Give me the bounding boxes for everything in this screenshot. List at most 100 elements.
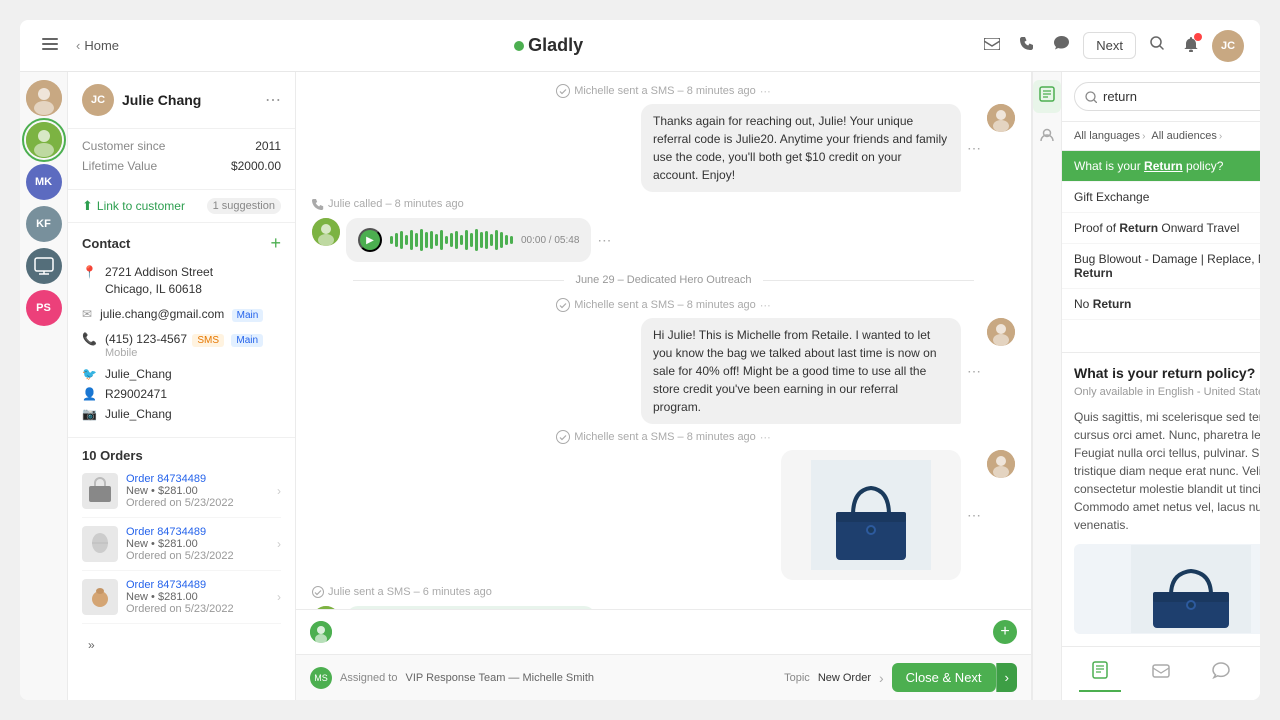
- order-thumb-2: [82, 526, 118, 562]
- chat-input-field[interactable]: [340, 625, 985, 640]
- side-action-bar: [1032, 72, 1061, 700]
- order-chevron-1: ›: [277, 484, 281, 498]
- location-icon: 📍: [82, 265, 97, 279]
- language-filter[interactable]: All languages ›: [1074, 128, 1145, 144]
- avatar-sidebar: MK KF PS: [20, 72, 68, 700]
- next-button[interactable]: Next: [1083, 32, 1136, 59]
- chat-panel: Michelle sent a SMS – 8 minutes ago ⋯ Th…: [296, 72, 1032, 700]
- order-item-3[interactable]: Order 84734489 New • $281.00 Ordered on …: [82, 579, 281, 624]
- add-contact-button[interactable]: +: [270, 233, 281, 254]
- language-chevron-icon: ›: [1142, 131, 1145, 142]
- message-meta-3: Michelle sent a SMS – 8 minutes ago ⋯: [312, 430, 1015, 444]
- filter-row: All languages › All audiences ›: [1062, 122, 1260, 151]
- notification-badge: [1194, 33, 1202, 41]
- kb-result-5[interactable]: No Return: [1062, 289, 1260, 320]
- close-next-dropdown[interactable]: ›: [996, 663, 1017, 692]
- assigned-name: VIP Response Team — Michelle Smith: [405, 672, 594, 684]
- order-thumb-1: [82, 473, 118, 509]
- facebook-icon: 👤: [82, 387, 97, 401]
- chat-add-button[interactable]: +: [993, 620, 1017, 644]
- logo-text: Gladly: [528, 35, 583, 56]
- suggestion-badge: 1 suggestion: [207, 198, 281, 214]
- kb-result-3[interactable]: Proof of Return Onward Travel: [1062, 213, 1260, 244]
- twitter-item[interactable]: 🐦 Julie_Chang: [82, 367, 281, 381]
- audio-bubble: ▶ 00:00 / 05:48: [346, 218, 591, 262]
- hamburger-menu-button[interactable]: [36, 31, 64, 61]
- order-info-1: Order 84734489 New • $281.00 Ordered on …: [126, 473, 269, 509]
- play-button[interactable]: ▶: [358, 228, 382, 252]
- chat-bottom-bar: MS Assigned to VIP Response Team — Miche…: [296, 654, 1031, 700]
- contact-section: Contact + 📍 2721 Addison StreetChicago, …: [68, 223, 295, 438]
- instagram-handle: Julie_Chang: [105, 407, 172, 421]
- meta-more-3[interactable]: ⋯: [760, 431, 771, 444]
- kb-tab-chat[interactable]: [1200, 656, 1242, 692]
- image-more[interactable]: ⋯: [967, 507, 981, 524]
- profile-action-icon[interactable]: [1033, 121, 1061, 154]
- agent-avatar-3: [987, 450, 1015, 478]
- order-item-1[interactable]: Order 84734489 New • $281.00 Ordered on …: [82, 473, 281, 518]
- message-image-row: ⋯: [312, 450, 1015, 580]
- audience-filter[interactable]: All audiences ›: [1151, 128, 1222, 144]
- kb-result-4[interactable]: Bug Blowout - Damage | Replace, No Retur…: [1062, 244, 1260, 289]
- main-email-badge: Main: [232, 309, 264, 322]
- user-avatar[interactable]: JC: [1212, 30, 1244, 62]
- sidebar-avatar-5[interactable]: [26, 248, 62, 284]
- email-text: julie.chang@gmail.com Main: [100, 306, 263, 323]
- customer-more-button[interactable]: ⋯: [265, 90, 281, 110]
- phone-nav-button[interactable]: [1014, 30, 1040, 61]
- topic-chevron[interactable]: ›: [879, 670, 884, 686]
- home-link[interactable]: ‹ Home: [76, 38, 119, 53]
- call-text-1: Julie called – 8 minutes ago: [328, 198, 464, 210]
- order-info-2: Order 84734489 New • $281.00 Ordered on …: [126, 526, 269, 562]
- link-customer-button[interactable]: ⬆ Link to customer: [82, 198, 185, 214]
- facebook-item[interactable]: 👤 R29002471: [82, 387, 281, 401]
- order-id-2: Order 84734489: [126, 526, 269, 538]
- orders-title: 10 Orders: [82, 448, 281, 463]
- order-status-2: New • $281.00: [126, 538, 269, 550]
- sidebar-avatar-3[interactable]: MK: [26, 164, 62, 200]
- home-label: Home: [84, 38, 119, 53]
- instagram-item[interactable]: 📷 Julie_Chang: [82, 407, 281, 421]
- audio-more[interactable]: ⋯: [597, 232, 611, 249]
- sidebar-avatar-4[interactable]: KF: [26, 206, 62, 242]
- kb-tab-docs[interactable]: [1079, 655, 1121, 692]
- back-arrow-icon: ‹: [76, 38, 80, 53]
- call-meta-2: Julie sent a SMS – 6 minutes ago: [312, 586, 1015, 598]
- customer-header: JC Julie Chang ⋯: [68, 72, 295, 129]
- email-nav-button[interactable]: [978, 31, 1006, 61]
- article-body: Quis sagittis, mi scelerisque sed tempus…: [1074, 408, 1260, 534]
- sidebar-avatar-2[interactable]: [26, 122, 62, 158]
- search-button[interactable]: [1144, 30, 1170, 61]
- article-image: [1074, 544, 1260, 634]
- sidebar-avatar-1[interactable]: [26, 80, 62, 116]
- call-text-2: Julie sent a SMS – 6 minutes ago: [328, 586, 492, 598]
- order-item-2[interactable]: Order 84734489 New • $281.00 Ordered on …: [82, 526, 281, 571]
- kb-result-1[interactable]: What is your Return policy?: [1062, 151, 1260, 182]
- kb-result-2[interactable]: Gift Exchange: [1062, 182, 1260, 213]
- meta-more-2[interactable]: ⋯: [760, 299, 771, 312]
- knowledge-header: ✕: [1062, 72, 1260, 122]
- show-more-button[interactable]: »: [82, 632, 101, 658]
- meta-more-1[interactable]: ⋯: [760, 85, 771, 98]
- kb-tab-email[interactable]: [1140, 656, 1182, 691]
- bubble-more-2[interactable]: ⋯: [967, 363, 981, 380]
- phone-icon: 📞: [82, 332, 97, 346]
- kb-action-icon[interactable]: [1033, 80, 1061, 113]
- knowledge-search-input[interactable]: [1103, 89, 1260, 104]
- bubble-more-1[interactable]: ⋯: [967, 140, 981, 157]
- show-more-icon: »: [88, 638, 95, 652]
- customer-panel: JC Julie Chang ⋯ Customer since 2011 Lif…: [68, 72, 296, 700]
- gladly-logo: Gladly: [514, 35, 583, 56]
- notification-button[interactable]: [1178, 31, 1204, 61]
- assigned-avatar-small: [310, 621, 332, 643]
- customer-bubble: Yes, I love this bag! Can you ship it to…: [346, 606, 596, 609]
- chat-input-area: +: [296, 609, 1031, 654]
- email-item[interactable]: ✉ julie.chang@gmail.com Main: [82, 306, 281, 323]
- message-agent-2: Hi Julie! This is Michelle from Retaile.…: [312, 318, 1015, 424]
- phone-item[interactable]: 📞 (415) 123-4567 SMS Main Mobile: [82, 331, 281, 360]
- close-next-button[interactable]: Close & Next: [892, 663, 996, 692]
- message-meta-1: Michelle sent a SMS – 8 minutes ago ⋯: [312, 84, 1015, 98]
- contact-title: Contact: [82, 236, 130, 251]
- chat-nav-button[interactable]: [1048, 30, 1075, 61]
- sidebar-avatar-6[interactable]: PS: [26, 290, 62, 326]
